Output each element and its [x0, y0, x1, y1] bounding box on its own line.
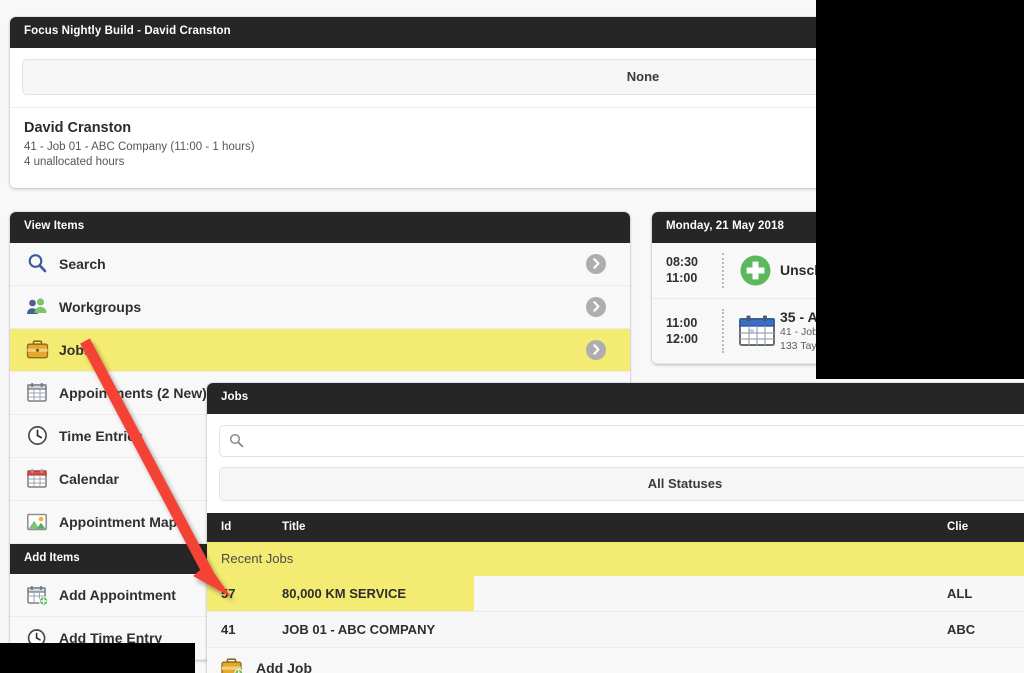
day-row-time: 11:00 12:00 [666, 315, 710, 347]
search-input[interactable] [248, 425, 1024, 458]
people-icon [24, 295, 50, 319]
day-panel-date: Monday, 21 May 2018 [666, 220, 785, 232]
chevron-right-icon[interactable] [586, 253, 606, 274]
add-job-label: Add Job [256, 659, 312, 673]
jobs-search-field[interactable] [219, 424, 1024, 458]
column-header-id: Id [221, 520, 232, 533]
table-row[interactable]: 41 JOB 01 - ABC COMPANY ABC [207, 611, 1024, 648]
calendar-red-icon [24, 467, 50, 491]
day-row-start: 11:00 [666, 315, 698, 330]
sidebar-item-jobs[interactable]: Jobs [10, 328, 630, 372]
search-icon [229, 433, 244, 453]
occluded-region-bottom-left [0, 643, 195, 673]
filter-row: None [10, 47, 890, 107]
dotted-divider [722, 252, 724, 288]
jobs-dialog-body: All Statuses [207, 413, 1024, 513]
day-row-start: 08:30 [666, 255, 698, 269]
view-items-header: View Items [10, 212, 630, 243]
screen-root: Focus Nightly Build - David Cranston Non… [0, 0, 1024, 673]
jobs-table-header: Id Title Clie [207, 512, 1024, 542]
add-items-header-label: Add Items [24, 551, 80, 564]
day-row-end: 11:00 [666, 271, 698, 285]
chevron-right-icon[interactable] [586, 339, 606, 360]
map-image-icon [24, 510, 50, 534]
chevron-right-icon[interactable] [586, 296, 606, 317]
window-title-bar: Focus Nightly Build - David Cranston [10, 17, 890, 48]
add-job-button[interactable]: Add Job [207, 647, 1024, 673]
plus-circle-green-icon [738, 253, 780, 288]
jobs-dialog: Jobs All Statuses Id Title Clie Recent J… [207, 383, 1024, 673]
occluded-region-right [816, 0, 1024, 379]
calendar-icon [24, 381, 50, 405]
briefcase-add-icon [221, 657, 247, 673]
day-row-time: 08:30 11:00 [666, 254, 710, 286]
briefcase-icon [24, 338, 50, 362]
person-job-line: 41 - Job 01 - ABC Company (11:00 - 1 hou… [24, 140, 255, 153]
filter-select[interactable]: None [22, 58, 890, 95]
person-unallocated-line: 4 unallocated hours [24, 155, 125, 168]
view-items-header-label: View Items [24, 220, 85, 232]
dotted-divider [722, 308, 724, 353]
person-summary[interactable]: David Cranston 41 - Job 01 - ABC Company… [10, 107, 890, 188]
jobs-dialog-header: Jobs [207, 383, 1024, 414]
row-client: ALL [947, 585, 973, 601]
calendar-blue-icon [738, 314, 780, 348]
row-id: 57 [221, 585, 236, 601]
clock-icon [24, 424, 50, 448]
day-row-end: 12:00 [666, 331, 698, 346]
sidebar-item-label: Workgroups [59, 298, 142, 315]
sidebar-item-label: Jobs [59, 341, 92, 358]
column-header-client: Clie [947, 520, 969, 533]
magnifier-icon [24, 252, 50, 276]
sidebar-item-label: Search [59, 255, 106, 272]
row-id: 41 [221, 621, 236, 637]
calendar-add-icon [24, 583, 50, 607]
column-header-title: Title [282, 520, 306, 533]
row-client: ABC [947, 621, 976, 637]
jobs-dialog-title: Jobs [221, 391, 249, 403]
table-row[interactable]: 57 80,000 KM SERVICE ALL [207, 575, 1024, 612]
row-title: 80,000 KM SERVICE [282, 585, 407, 601]
status-filter-select[interactable]: All Statuses [219, 466, 1024, 501]
window-title: Focus Nightly Build - David Cranston [24, 25, 231, 37]
person-name: David Cranston [24, 119, 132, 136]
row-title: JOB 01 - ABC COMPANY [282, 621, 436, 637]
main-window-panel: Focus Nightly Build - David Cranston Non… [10, 17, 890, 188]
sidebar-item-search[interactable]: Search [10, 242, 630, 286]
sidebar-item-workgroups[interactable]: Workgroups [10, 285, 630, 329]
jobs-group-recent: Recent Jobs [207, 541, 1024, 576]
